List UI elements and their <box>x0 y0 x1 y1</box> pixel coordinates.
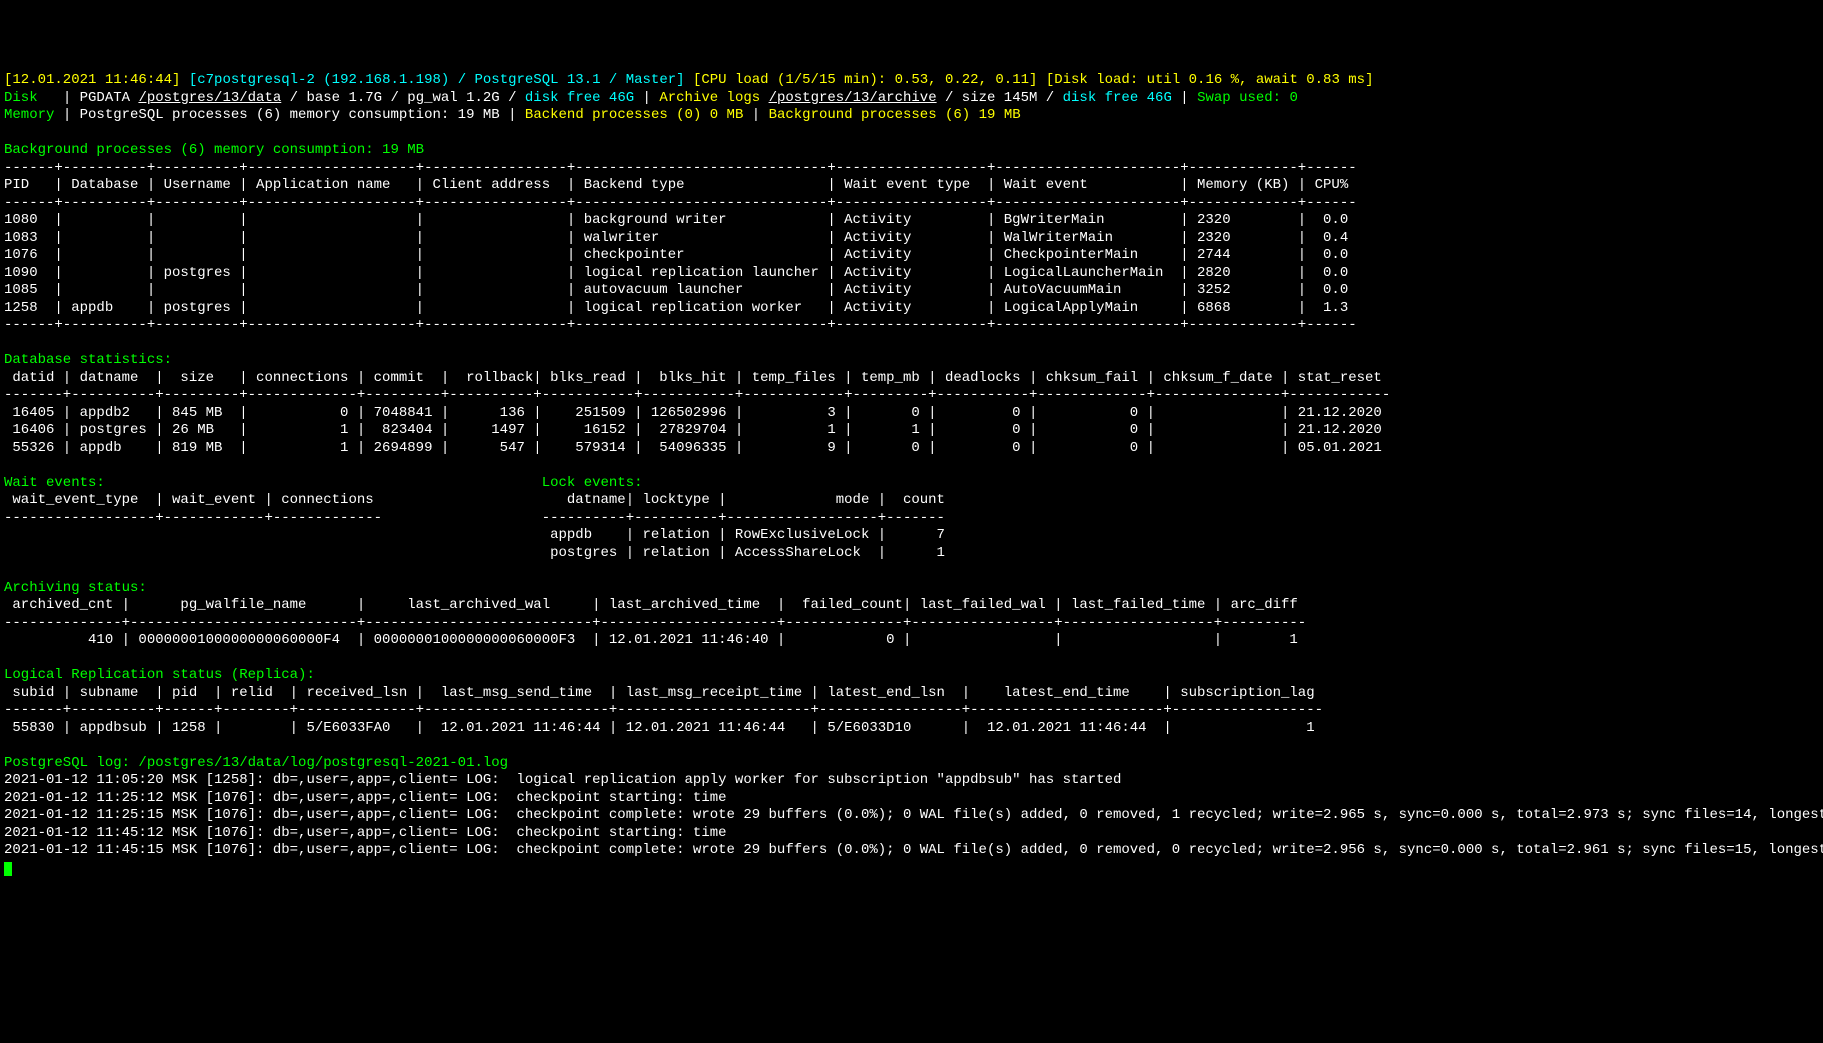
terminal-output: [12.01.2021 11:46:44] [c7postgresql-2 (1… <box>4 72 1823 877</box>
